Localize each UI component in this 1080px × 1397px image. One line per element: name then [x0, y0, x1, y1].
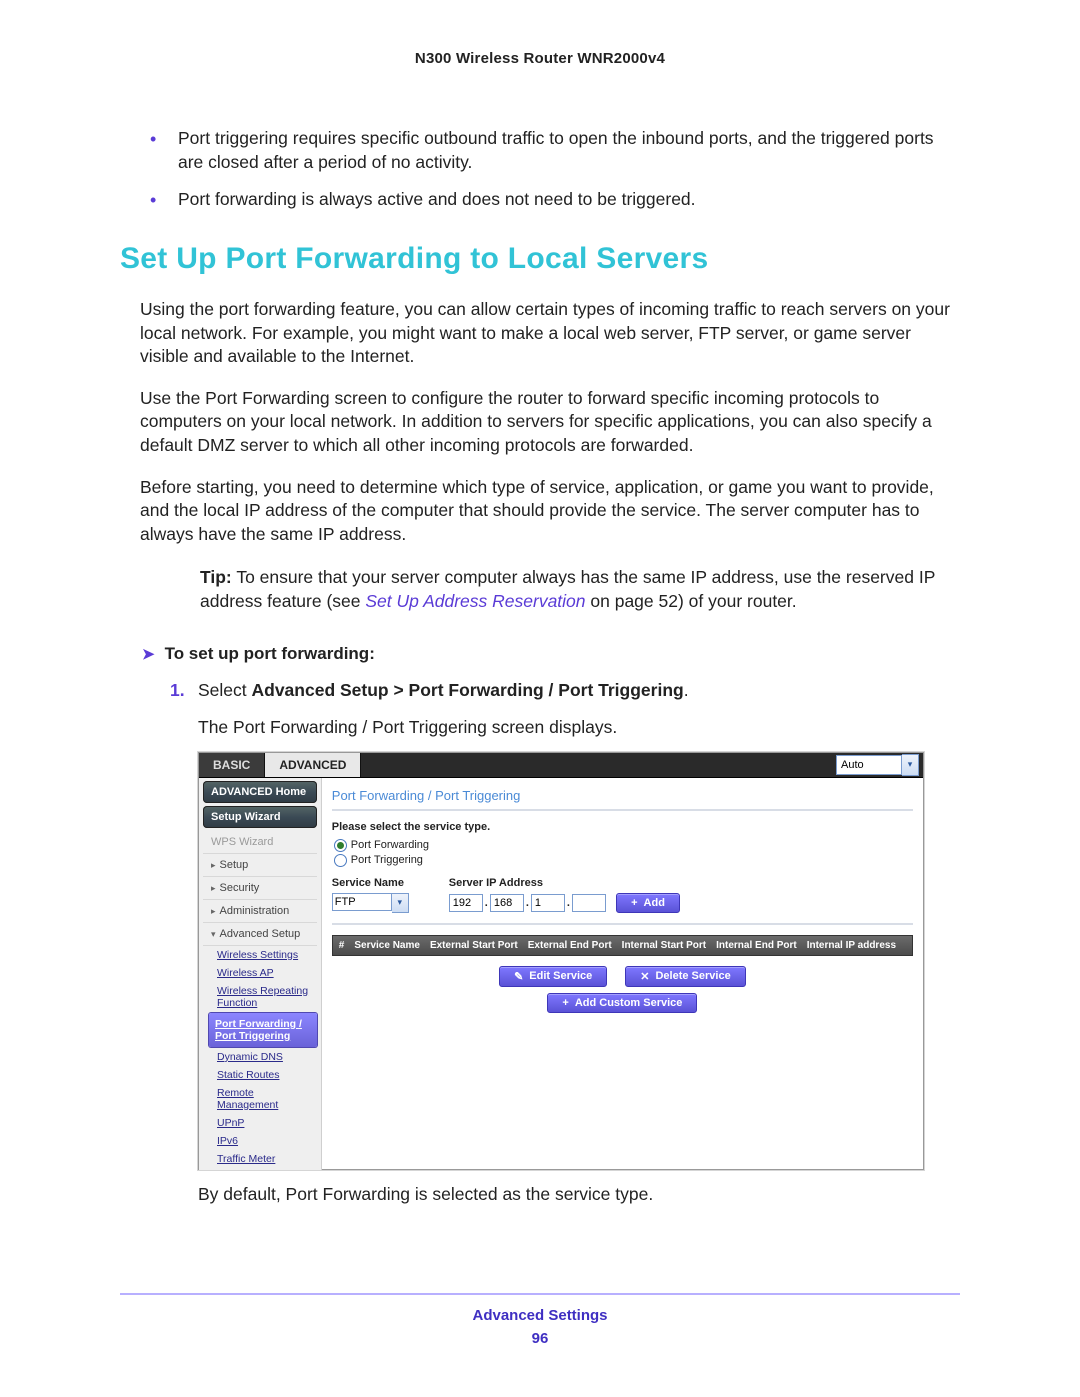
body-paragraph: Before starting, you need to determine w…	[140, 476, 960, 547]
page-footer: Advanced Settings 96	[120, 1293, 960, 1347]
radio-port-forwarding[interactable]: Port Forwarding	[334, 839, 913, 852]
step-subtext: The Port Forwarding / Port Triggering sc…	[198, 717, 960, 738]
radio-label: Port Triggering	[351, 854, 423, 866]
page-header-product: N300 Wireless Router WNR2000v4	[120, 50, 960, 67]
sidebar-item-setup[interactable]: ▸ Setup	[203, 854, 317, 877]
chevron-right-icon: ➤	[142, 646, 155, 663]
step-text-pre: Select	[198, 680, 252, 700]
triangle-right-icon: ▸	[211, 906, 216, 916]
delete-service-button[interactable]: ✕ Delete Service	[625, 966, 745, 987]
radio-port-triggering[interactable]: Port Triggering	[334, 854, 913, 867]
service-row: Service Name ▾ Server IP Address . . .	[332, 877, 913, 925]
ip-octet-2[interactable]	[490, 894, 524, 912]
sidebar-sub-ipv6[interactable]: IPv6	[199, 1132, 321, 1150]
ip-octet-4[interactable]	[572, 894, 606, 912]
footer-page-number: 96	[120, 1330, 960, 1347]
triangle-right-icon: ▸	[211, 883, 216, 893]
sidebar-sub-remote-management[interactable]: Remote Management	[199, 1084, 321, 1114]
ip-octet-1[interactable]	[449, 894, 483, 912]
tip-text-post: on page 52) of your router.	[586, 591, 797, 611]
button-label: Add Custom Service	[575, 997, 683, 1009]
router-ui-screenshot: BASIC ADVANCED ▾ ADVANCED Home Setup Wiz…	[198, 752, 924, 1170]
service-type-label: Please select the service type.	[332, 821, 913, 833]
step-text-post: .	[684, 680, 689, 700]
top-bar: BASIC ADVANCED ▾	[199, 753, 923, 778]
plus-icon: +	[631, 897, 637, 909]
procedure-heading: ➤ To set up port forwarding:	[142, 644, 960, 664]
main-panel: Port Forwarding / Port Triggering Please…	[322, 778, 923, 1170]
triangle-down-icon: ▾	[211, 929, 216, 939]
bullet-item: Port forwarding is always active and doe…	[138, 188, 960, 212]
th-ext-start: External Start Port	[430, 940, 518, 951]
step-followup-text: By default, Port Forwarding is selected …	[198, 1184, 960, 1205]
rules-table-header: # Service Name External Start Port Exter…	[332, 935, 913, 956]
step-item: 1. Select Advanced Setup > Port Forwardi…	[170, 678, 960, 703]
plus-icon: +	[562, 997, 568, 1009]
add-custom-service-button[interactable]: + Add Custom Service	[547, 993, 697, 1013]
button-label: Delete Service	[655, 970, 730, 982]
tab-basic[interactable]: BASIC	[199, 753, 265, 777]
triangle-right-icon: ▸	[211, 860, 216, 870]
bullet-item: Port triggering requires specific outbou…	[138, 127, 960, 174]
sidebar-sub-wireless-repeating[interactable]: Wireless Repeating Function	[199, 982, 321, 1012]
chevron-down-icon[interactable]: ▾	[902, 754, 919, 776]
tip-label: Tip:	[200, 567, 232, 587]
sidebar-sub-traffic-meter[interactable]: Traffic Meter	[199, 1150, 321, 1168]
sidebar-sub-wireless-ap[interactable]: Wireless AP	[199, 964, 321, 982]
section-heading: Set Up Port Forwarding to Local Servers	[120, 242, 960, 276]
server-ip-label: Server IP Address	[449, 877, 680, 889]
th-int-ip: Internal IP address	[807, 940, 896, 951]
refresh-select[interactable]: ▾	[836, 755, 919, 775]
sidebar-item-security[interactable]: ▸ Security	[203, 877, 317, 900]
tip-block: Tip: To ensure that your server computer…	[200, 565, 960, 614]
button-label: Add	[644, 897, 665, 909]
edit-service-button[interactable]: ✎ Edit Service	[499, 966, 607, 987]
th-ext-end: External End Port	[528, 940, 612, 951]
footer-section: Advanced Settings	[120, 1307, 960, 1324]
sidebar-item-label: Setup	[220, 859, 249, 871]
body-paragraph: Use the Port Forwarding screen to config…	[140, 387, 960, 458]
page-title: Port Forwarding / Port Triggering	[332, 784, 913, 811]
radio-icon	[334, 854, 347, 867]
tab-advanced[interactable]: ADVANCED	[265, 753, 361, 777]
refresh-input[interactable]	[836, 755, 902, 775]
sidebar-sub-static-routes[interactable]: Static Routes	[199, 1066, 321, 1084]
step-number: 1.	[170, 678, 185, 703]
step-text-bold: Advanced Setup > Port Forwarding / Port …	[252, 680, 684, 700]
th-num: #	[339, 940, 345, 951]
body-paragraph: Using the port forwarding feature, you c…	[140, 298, 960, 369]
sidebar-sub-dynamic-dns[interactable]: Dynamic DNS	[199, 1048, 321, 1066]
th-service-name: Service Name	[354, 940, 420, 951]
service-name-select[interactable]	[332, 893, 392, 911]
server-ip-input: . . . +Add	[449, 893, 680, 913]
sidebar-item-advanced-setup[interactable]: ▾ Advanced Setup	[203, 923, 317, 946]
close-icon: ✕	[640, 970, 649, 983]
sidebar-sub-port-forwarding[interactable]: Port Forwarding / Port Triggering	[209, 1013, 317, 1047]
sidebar-item-label: Security	[220, 882, 260, 894]
procedure-title: To set up port forwarding:	[165, 644, 375, 663]
step-list: 1. Select Advanced Setup > Port Forwardi…	[170, 678, 960, 703]
pencil-icon: ✎	[514, 970, 523, 983]
sidebar-sub-upnp[interactable]: UPnP	[199, 1114, 321, 1132]
sidebar-item-advanced-home[interactable]: ADVANCED Home	[203, 781, 317, 803]
chevron-down-icon[interactable]: ▾	[392, 893, 409, 913]
sidebar-sub-wireless-settings[interactable]: Wireless Settings	[199, 946, 321, 964]
radio-icon	[334, 839, 347, 852]
sidebar-item-administration[interactable]: ▸ Administration	[203, 900, 317, 923]
sidebar-item-wps-wizard[interactable]: WPS Wizard	[203, 831, 317, 854]
button-label: Edit Service	[529, 970, 592, 982]
radio-label: Port Forwarding	[351, 839, 429, 851]
tip-xref-link[interactable]: Set Up Address Reservation	[365, 591, 585, 611]
sidebar-item-label: Advanced Setup	[220, 928, 301, 940]
sidebar-item-setup-wizard[interactable]: Setup Wizard	[203, 806, 317, 828]
th-int-start: Internal Start Port	[622, 940, 706, 951]
sidebar: ADVANCED Home Setup Wizard WPS Wizard ▸ S…	[199, 778, 322, 1170]
th-int-end: Internal End Port	[716, 940, 797, 951]
sidebar-item-label: Administration	[220, 905, 290, 917]
add-button[interactable]: + Add	[616, 893, 680, 913]
bullet-list: Port triggering requires specific outbou…	[120, 127, 960, 212]
ip-octet-3[interactable]	[531, 894, 565, 912]
service-name-label: Service Name	[332, 877, 409, 889]
